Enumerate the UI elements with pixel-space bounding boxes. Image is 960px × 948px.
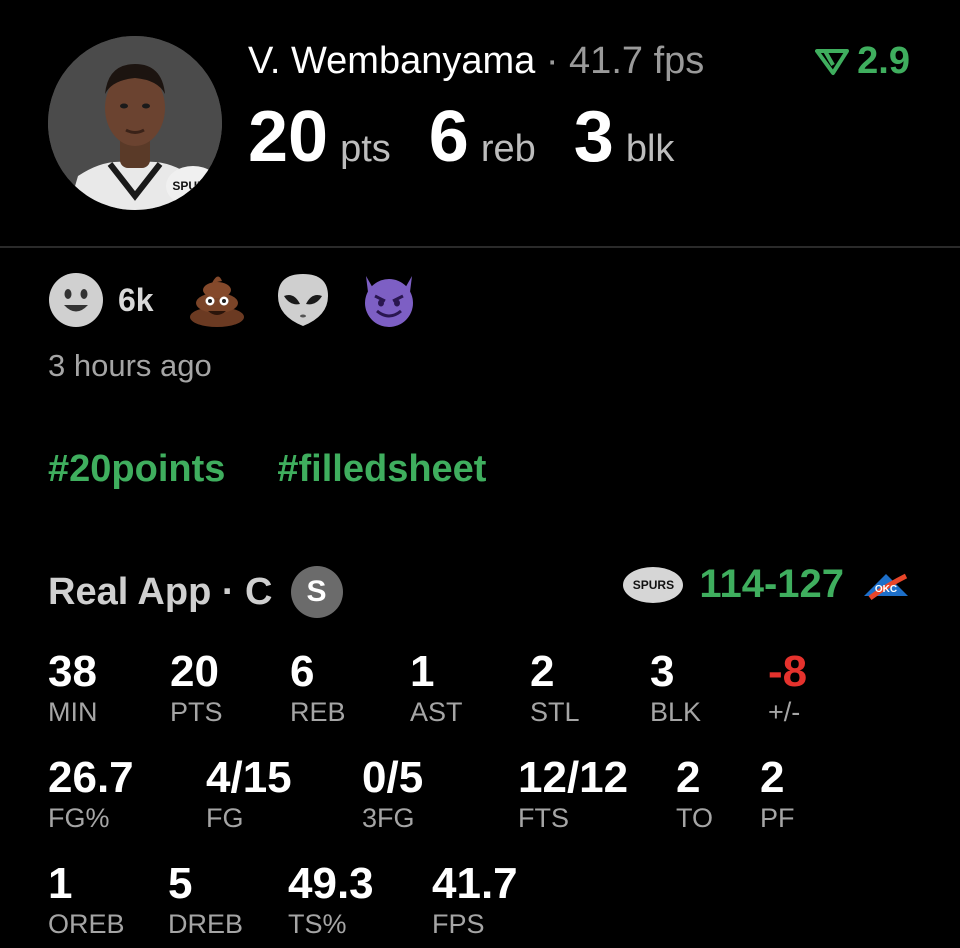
stat-label: OREB	[48, 909, 125, 939]
stat-label: AST	[410, 697, 463, 727]
hashtag-link[interactable]: #20points	[48, 448, 225, 491]
player-fps: 41.7 fps	[569, 40, 705, 82]
stat-value: 1	[410, 647, 435, 696]
poop-icon[interactable]	[188, 273, 246, 327]
stat-fts: 12/12 FTS	[518, 754, 628, 834]
stat-oreb: 1 OREB	[48, 860, 125, 940]
stat-label: DREB	[168, 909, 244, 939]
stat-fg: 4/15 FG	[206, 754, 292, 834]
stat-value: 0/5	[362, 753, 424, 802]
headline-pts-value: 20	[248, 97, 329, 177]
spurs-logo-text: SPURS	[172, 179, 214, 193]
stat-value: 2	[676, 753, 701, 802]
stat-label: PTS	[170, 697, 223, 727]
reaction-bar: 6k	[48, 272, 448, 328]
stat-label: 3FG	[362, 803, 415, 833]
stat-pf: 2 PF	[760, 754, 795, 834]
reaction-count: 6k	[118, 281, 154, 318]
stat-reb: 6 REB	[290, 648, 346, 728]
stat-fg-pct: 26.7 FG%	[48, 754, 134, 834]
devil-icon[interactable]	[360, 272, 418, 328]
stat-value: 41.7	[432, 859, 518, 908]
stat-value: 20	[170, 647, 219, 696]
player-name-line: V. Wembanyama · 41.7 fps	[248, 40, 704, 83]
name-separator: ·	[545, 40, 559, 82]
stat-label: FG	[206, 803, 244, 833]
stat-dreb: 5 DREB	[168, 860, 243, 940]
stat-plus-minus: -8 +/-	[768, 648, 807, 728]
stat-label: +/-	[768, 697, 801, 727]
stat-label: MIN	[48, 697, 98, 727]
stat-label: FTS	[518, 803, 569, 833]
headline-pts-unit: pts	[340, 128, 391, 170]
stat-label: TO	[676, 803, 714, 833]
stat-value: -8	[768, 647, 808, 696]
stat-ts-pct: 49.3 TS%	[288, 860, 374, 940]
okc-logo-text: OKC	[875, 584, 897, 595]
stat-value: 12/12	[518, 753, 629, 802]
stat-label: PF	[760, 803, 795, 833]
header-divider	[0, 246, 960, 248]
stat-value: 6	[290, 647, 315, 696]
headline-reb-unit: reb	[480, 128, 536, 170]
headline-blk-value: 3	[573, 97, 614, 177]
stat-label: TS%	[288, 909, 347, 939]
spurs-logo-text: SPURS	[632, 577, 675, 592]
stat-value: 3	[650, 647, 675, 696]
stat-value: 5	[168, 859, 193, 908]
stat-value: 2	[760, 753, 785, 802]
stat-pts: 20 PTS	[170, 648, 223, 728]
okc-logo-icon: OKC	[864, 573, 908, 600]
smile-icon[interactable]	[48, 272, 104, 328]
stat-label: REB	[290, 697, 346, 727]
player-name[interactable]: V. Wembanyama	[248, 40, 535, 82]
score-value: 114-127	[699, 562, 844, 606]
stat-stl: 2 STL	[530, 648, 580, 728]
stat-ast: 1 AST	[410, 648, 463, 728]
game-summary-row: Real App · C S SPURS 114-127 OKC	[48, 562, 912, 618]
alien-icon[interactable]	[276, 272, 330, 328]
stat-to: 2 TO	[676, 754, 713, 834]
fps-delta: 2.9	[815, 40, 910, 83]
stat-value: 49.3	[288, 859, 374, 908]
stat-label: FG%	[48, 803, 110, 833]
stat-label: FPS	[432, 909, 485, 939]
stat-value: 26.7	[48, 753, 134, 802]
starter-badge: S	[290, 566, 343, 618]
stat-fps: 41.7 FPS	[432, 860, 518, 940]
stat-3fg: 0/5 3FG	[362, 754, 423, 834]
game-score[interactable]: SPURS 114-127 OKC	[623, 562, 912, 607]
post-timestamp: 3 hours ago	[48, 348, 212, 383]
trend-up-icon	[815, 48, 850, 75]
stat-value: 2	[530, 647, 555, 696]
source-line: Real App · C S	[48, 566, 343, 618]
fps-delta-value: 2.9	[857, 40, 910, 82]
stat-blk: 3 BLK	[650, 648, 701, 728]
headline-reb-value: 6	[428, 97, 469, 177]
hashtags: #20points #filledsheet	[48, 448, 486, 491]
stat-value: 4/15	[206, 753, 292, 802]
hashtag-link[interactable]: #filledsheet	[277, 448, 486, 491]
source-label: Real App · C	[48, 570, 273, 613]
headline-stats: 20 pts 6 reb 3 blk	[248, 96, 712, 178]
stat-label: STL	[530, 697, 580, 727]
spurs-logo-badge: SPURS	[166, 166, 220, 206]
stat-label: BLK	[650, 697, 702, 727]
stat-min: 38 MIN	[48, 648, 98, 728]
spurs-logo-icon: SPURS	[623, 566, 684, 603]
player-avatar[interactable]: SPURS	[48, 36, 222, 210]
player-header[interactable]: SPURS V. Wembanyama · 41.7 fps 2.9 20 pt…	[0, 0, 960, 248]
stat-value: 1	[48, 859, 73, 908]
headline-blk-unit: blk	[625, 128, 675, 170]
stat-value: 38	[48, 647, 97, 696]
